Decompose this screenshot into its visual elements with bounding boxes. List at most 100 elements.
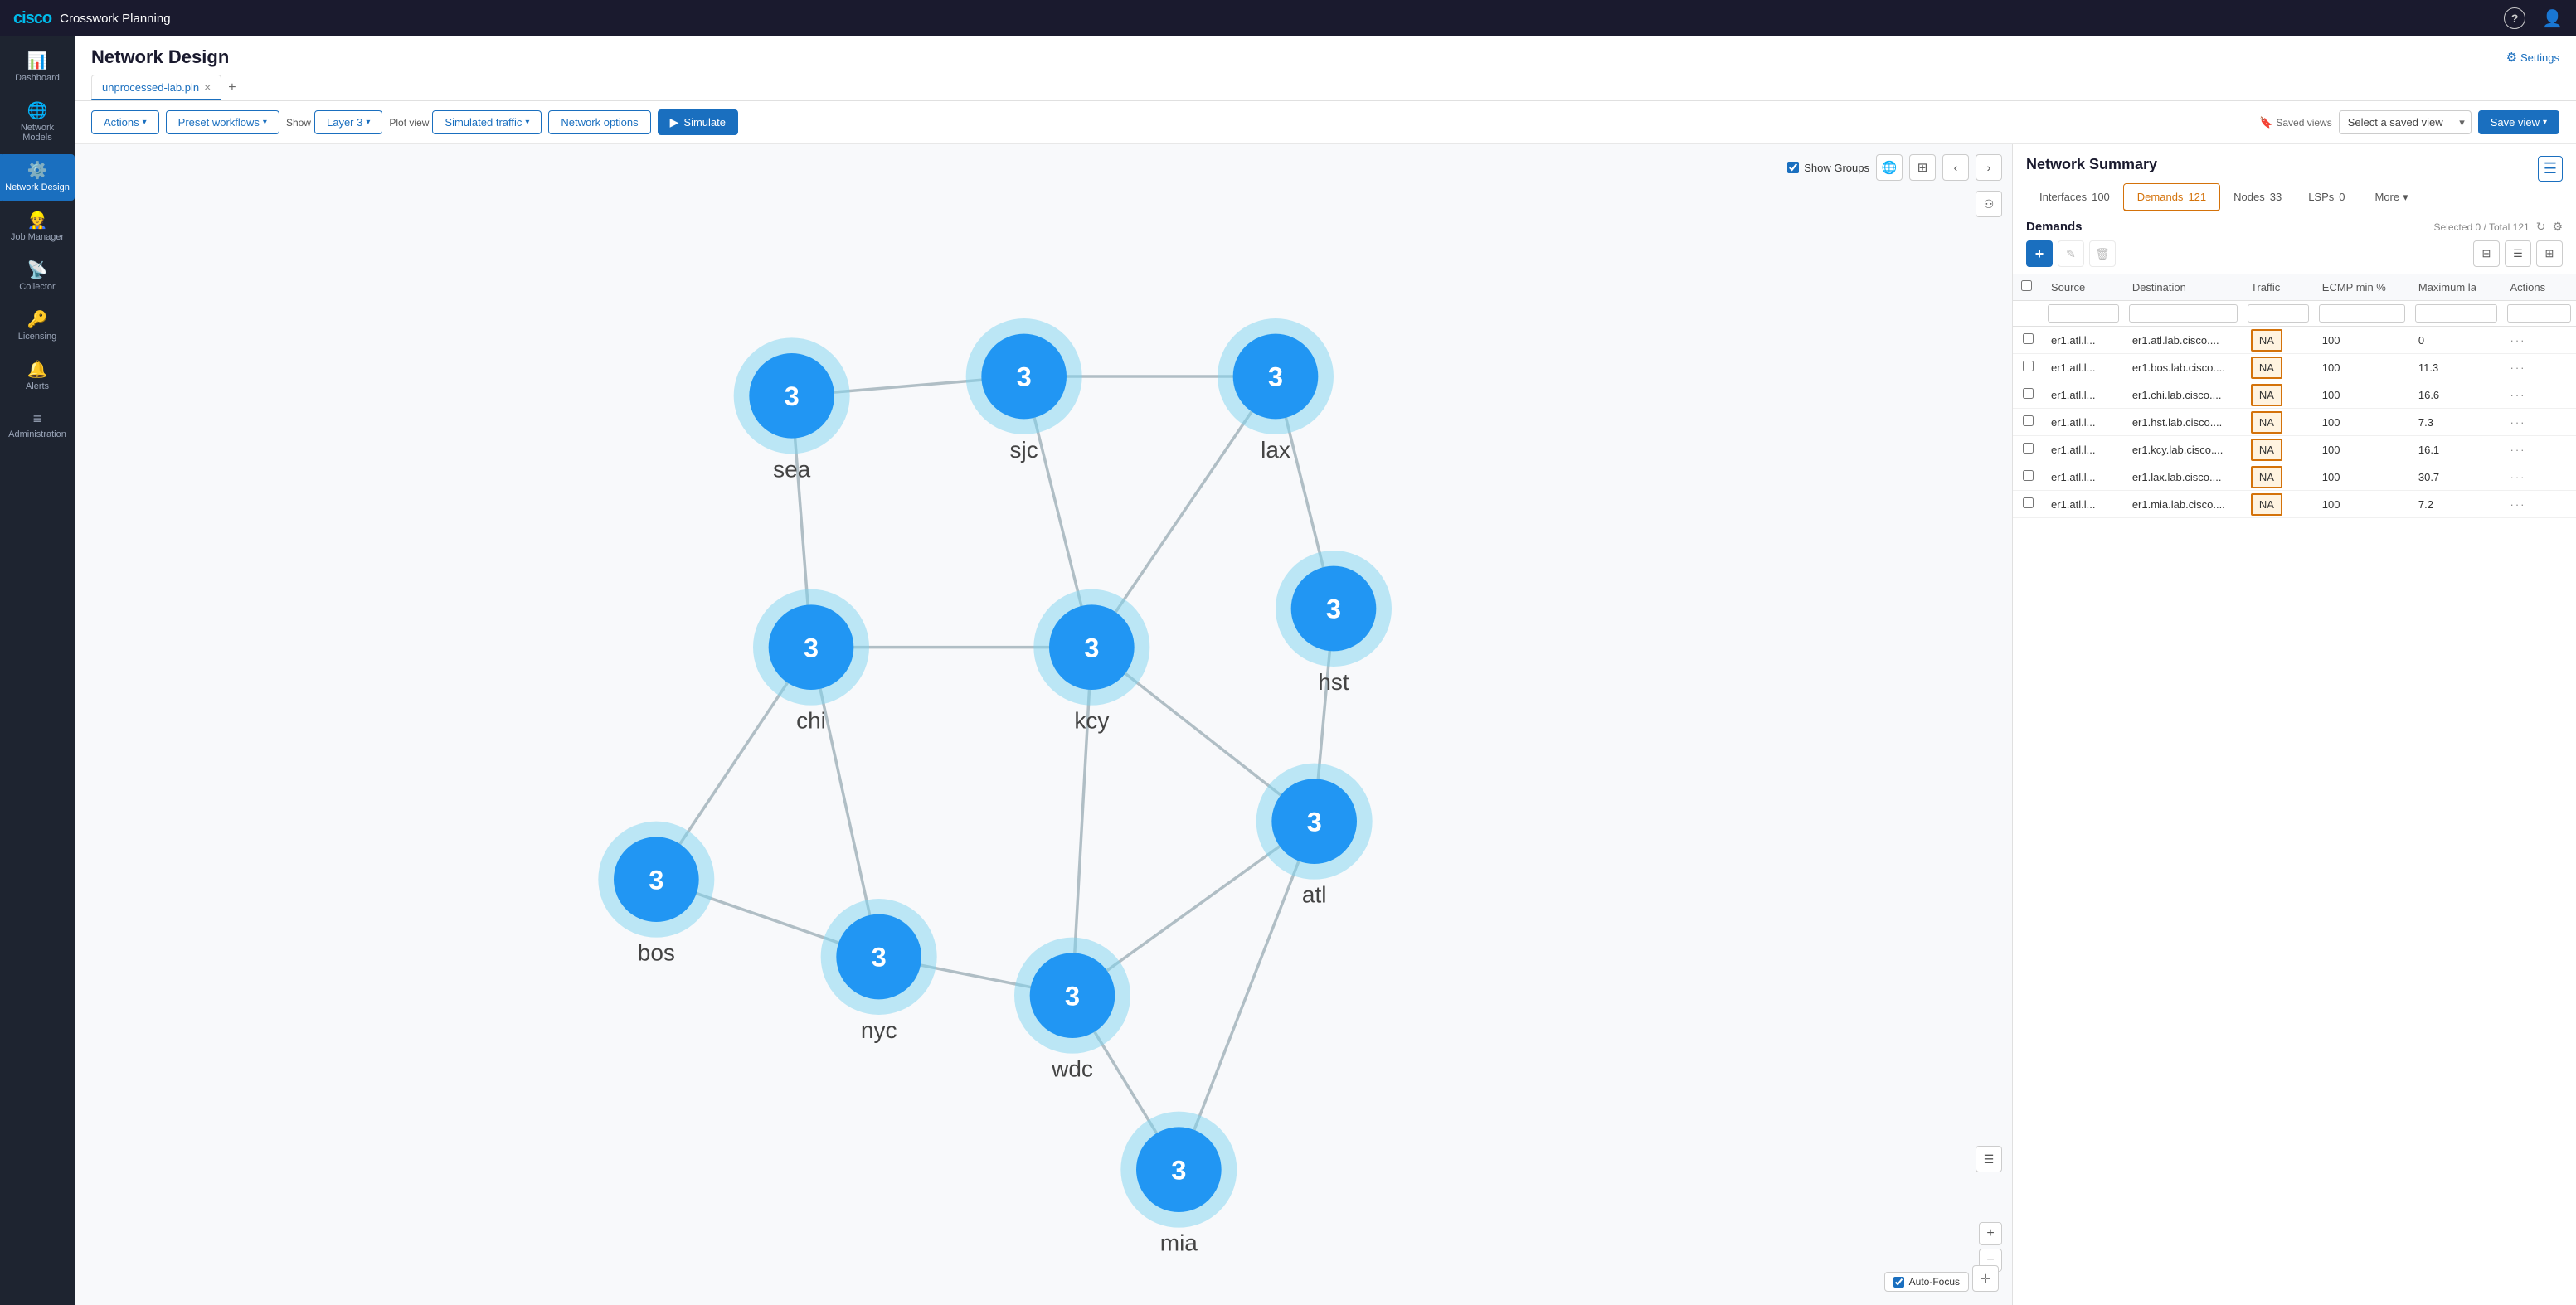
panel-layout-icon-btn[interactable]: ☰ bbox=[2538, 156, 2563, 182]
row-actions-menu[interactable]: ··· bbox=[2510, 471, 2526, 483]
refresh-icon[interactable]: ↻ bbox=[2536, 220, 2546, 234]
saved-view-select[interactable]: Select a saved view bbox=[2339, 110, 2472, 134]
row-actions[interactable]: ··· bbox=[2502, 409, 2576, 436]
edit-demand-button[interactable]: ✎ bbox=[2058, 240, 2084, 267]
show-label: Show bbox=[286, 117, 311, 129]
add-demand-button[interactable]: + bbox=[2026, 240, 2053, 267]
row-checkbox-5[interactable] bbox=[2023, 470, 2034, 481]
help-icon[interactable]: ? bbox=[2504, 7, 2525, 29]
show-groups-checkbox-label[interactable]: Show Groups bbox=[1787, 162, 1869, 174]
filter-destination-input[interactable] bbox=[2129, 304, 2238, 323]
col-ecmp: ECMP min % bbox=[2314, 274, 2410, 301]
row-actions-menu[interactable]: ··· bbox=[2510, 361, 2526, 374]
map-hierarchy-icon-btn[interactable]: ⊞ bbox=[1909, 154, 1936, 181]
map-area: Show Groups 🌐 ⊞ ‹ › ⚇ ☰ bbox=[75, 144, 2012, 1305]
add-tab-button[interactable]: + bbox=[221, 75, 242, 100]
svg-text:3: 3 bbox=[1065, 980, 1080, 1011]
row-checkbox-6[interactable] bbox=[2023, 497, 2034, 508]
tab-interfaces[interactable]: Interfaces 100 bbox=[2026, 184, 2123, 211]
filter-source-input[interactable] bbox=[2048, 304, 2119, 323]
row-actions[interactable]: ··· bbox=[2502, 491, 2576, 518]
table-row: er1.atl.l... er1.lax.lab.cisco.... NA 10… bbox=[2013, 463, 2576, 491]
row-checkbox-0[interactable] bbox=[2023, 333, 2034, 344]
sidebar-item-network-design[interactable]: ⚙️ Network Design bbox=[0, 154, 75, 201]
table-row: er1.atl.l... er1.mia.lab.cisco.... NA 10… bbox=[2013, 491, 2576, 518]
filter-icon-btn[interactable]: ⊟ bbox=[2473, 240, 2500, 267]
auto-focus-checkbox[interactable] bbox=[1893, 1277, 1904, 1288]
row-actions[interactable]: ··· bbox=[2502, 381, 2576, 409]
row-actions[interactable]: ··· bbox=[2502, 354, 2576, 381]
sidebar-item-licensing[interactable]: 🔑 Licensing bbox=[0, 303, 75, 350]
traffic-cell-highlighted: NA bbox=[2251, 439, 2282, 461]
sidebar-item-network-models[interactable]: 🌐 Network Models bbox=[0, 95, 75, 151]
row-checkbox-cell bbox=[2013, 436, 2043, 463]
demands-table-body: er1.atl.l... er1.atl.lab.cisco.... NA 10… bbox=[2013, 327, 2576, 518]
row-actions[interactable]: ··· bbox=[2502, 436, 2576, 463]
more-dropdown[interactable]: More ▾ bbox=[2362, 184, 2422, 211]
network-options-button[interactable]: Network options bbox=[548, 110, 650, 134]
settings-link[interactable]: ⚙ Settings bbox=[2506, 50, 2559, 65]
map-next-icon-btn[interactable]: › bbox=[1976, 154, 2002, 181]
tab-demands[interactable]: Demands 121 bbox=[2123, 183, 2220, 211]
tab-nodes[interactable]: Nodes 33 bbox=[2220, 184, 2295, 211]
map-list-icon-btn[interactable]: ☰ bbox=[1976, 1146, 2002, 1172]
svg-text:hst: hst bbox=[1318, 669, 1349, 695]
save-view-button[interactable]: Save view ▾ bbox=[2478, 110, 2559, 134]
map-globe-icon-btn[interactable]: 🌐 bbox=[1876, 154, 1903, 181]
delete-demand-button[interactable]: 🗑 bbox=[2089, 240, 2116, 267]
sidebar-item-alerts[interactable]: 🔔 Alerts bbox=[0, 353, 75, 400]
licensing-icon: 🔑 bbox=[27, 312, 48, 328]
content-area: Network Design ⚙ Settings unprocessed-la… bbox=[75, 36, 2576, 1305]
cisco-logo: cisco bbox=[13, 9, 51, 28]
row-actions-menu[interactable]: ··· bbox=[2510, 334, 2526, 347]
row-checkbox-2[interactable] bbox=[2023, 388, 2034, 399]
row-checkbox-1[interactable] bbox=[2023, 361, 2034, 371]
svg-text:3: 3 bbox=[872, 942, 887, 973]
row-checkbox-cell bbox=[2013, 354, 2043, 381]
row-checkbox-4[interactable] bbox=[2023, 443, 2034, 454]
simulate-button[interactable]: ▶ Simulate bbox=[658, 109, 738, 135]
demands-section: Demands Selected 0 / Total 121 ↻ ⚙ + ✎ 🗑 bbox=[2013, 211, 2576, 1305]
preset-workflows-button[interactable]: Preset workflows ▾ bbox=[166, 110, 279, 134]
zoom-in-button[interactable]: + bbox=[1979, 1222, 2002, 1245]
row-checkbox-cell bbox=[2013, 327, 2043, 354]
main-layout: 📊 Dashboard 🌐 Network Models ⚙️ Network … bbox=[0, 36, 2576, 1305]
simulated-traffic-button[interactable]: Simulated traffic ▾ bbox=[432, 110, 542, 134]
svg-text:sjc: sjc bbox=[1010, 437, 1038, 463]
row-actions-menu[interactable]: ··· bbox=[2510, 389, 2526, 401]
network-layout-icon-btn[interactable]: ⚇ bbox=[1976, 191, 2002, 217]
row-actions-menu[interactable]: ··· bbox=[2510, 416, 2526, 429]
crosshair-icon-btn[interactable]: ✛ bbox=[1972, 1265, 1999, 1292]
sidebar-item-job-manager[interactable]: 👷 Job Manager bbox=[0, 204, 75, 250]
row-ecmp: 100 bbox=[2314, 381, 2410, 409]
file-tab-unprocessed[interactable]: unprocessed-lab.pln × bbox=[91, 75, 221, 100]
row-actions[interactable]: ··· bbox=[2502, 463, 2576, 491]
filter-max-la-input[interactable] bbox=[2415, 304, 2497, 323]
row-checkbox-3[interactable] bbox=[2023, 415, 2034, 426]
row-source: er1.atl.l... bbox=[2043, 327, 2124, 354]
show-groups-checkbox[interactable] bbox=[1787, 162, 1799, 173]
select-all-checkbox[interactable] bbox=[2021, 280, 2032, 291]
filter-ecmp-input[interactable] bbox=[2319, 304, 2405, 323]
sidebar-item-administration[interactable]: ≡ Administration bbox=[0, 403, 75, 448]
list-view-icon-btn[interactable]: ☰ bbox=[2505, 240, 2531, 267]
map-prev-icon-btn[interactable]: ‹ bbox=[1942, 154, 1969, 181]
summary-tabs: Interfaces 100 Demands 121 Nodes 33 LS bbox=[2026, 183, 2563, 211]
actions-button[interactable]: Actions ▾ bbox=[91, 110, 159, 134]
row-actions[interactable]: ··· bbox=[2502, 327, 2576, 354]
more-chevron-icon: ▾ bbox=[2403, 191, 2408, 204]
columns-icon-btn[interactable]: ⊞ bbox=[2536, 240, 2563, 267]
tab-close-icon[interactable]: × bbox=[204, 80, 211, 94]
tab-lsps[interactable]: LSPs 0 bbox=[2295, 184, 2358, 211]
settings-icon-demands[interactable]: ⚙ bbox=[2552, 220, 2563, 234]
sidebar-item-collector[interactable]: 📡 Collector bbox=[0, 254, 75, 300]
row-actions-menu[interactable]: ··· bbox=[2510, 444, 2526, 456]
svg-text:wdc: wdc bbox=[1051, 1056, 1093, 1082]
sidebar-item-dashboard[interactable]: 📊 Dashboard bbox=[0, 45, 75, 91]
auto-focus-checkbox-label[interactable]: Auto-Focus bbox=[1884, 1272, 1969, 1292]
user-icon[interactable]: 👤 bbox=[2542, 8, 2563, 29]
row-actions-menu[interactable]: ··· bbox=[2510, 498, 2526, 511]
filter-actions-input[interactable] bbox=[2507, 304, 2571, 323]
layer3-button[interactable]: Layer 3 ▾ bbox=[314, 110, 382, 134]
filter-traffic-input[interactable] bbox=[2248, 304, 2309, 323]
